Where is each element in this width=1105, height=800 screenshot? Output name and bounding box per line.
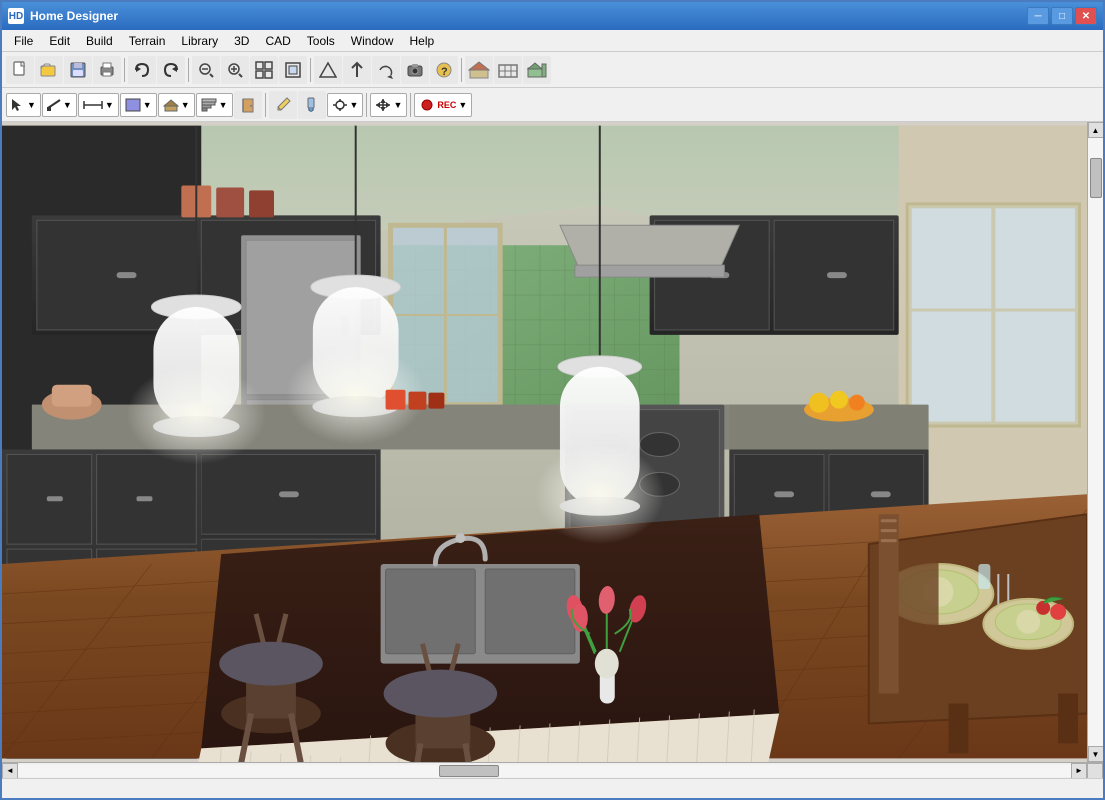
door-tool[interactable] [234, 91, 262, 119]
sep1 [124, 58, 125, 82]
status-bar [2, 778, 1103, 798]
redo-button[interactable] [157, 56, 185, 84]
fill-tool[interactable]: ▼ [120, 93, 157, 117]
app-icon: HD [8, 8, 24, 24]
status-bar-area: ◄ ► [2, 762, 1103, 798]
paint-tool[interactable] [298, 91, 326, 119]
sep-t2-1 [265, 93, 266, 117]
zoom-out-button[interactable] [192, 56, 220, 84]
open-button[interactable] [35, 56, 63, 84]
menu-window[interactable]: Window [343, 32, 402, 50]
sep-t2-2 [366, 93, 367, 117]
arrow-up-button[interactable] [343, 56, 371, 84]
move-tool[interactable]: ▼ [370, 93, 407, 117]
scroll-thumb-vertical[interactable] [1090, 158, 1102, 198]
select-tool[interactable]: ▼ [6, 93, 41, 117]
scroll-left-button[interactable]: ◄ [2, 763, 18, 779]
restore-button[interactable]: □ [1051, 7, 1073, 25]
scroll-down-button[interactable]: ▼ [1088, 746, 1104, 762]
rec-button[interactable]: REC ▼ [414, 93, 472, 117]
scrollbar-corner [1087, 763, 1103, 779]
pencil-tool[interactable] [269, 91, 297, 119]
title-controls: ─ □ ✕ [1027, 7, 1097, 25]
close-button[interactable]: ✕ [1075, 7, 1097, 25]
dimension-tool[interactable]: ▼ [78, 93, 119, 117]
print-button[interactable] [93, 56, 121, 84]
menu-3d[interactable]: 3D [226, 32, 257, 50]
stair-tool[interactable]: ▼ [196, 93, 233, 117]
main-content: ▲ ▼ [2, 122, 1103, 762]
scroll-right-button[interactable]: ► [1071, 763, 1087, 779]
save-button[interactable] [64, 56, 92, 84]
house-exterior-button[interactable] [465, 56, 493, 84]
menu-file[interactable]: File [6, 32, 41, 50]
canvas-area[interactable] [2, 122, 1087, 762]
kitchen-scene [2, 122, 1087, 762]
menu-build[interactable]: Build [78, 32, 121, 50]
toolbar-main: ? [2, 52, 1103, 88]
menu-edit[interactable]: Edit [41, 32, 78, 50]
sep4 [461, 58, 462, 82]
wall-tool[interactable]: ▼ [42, 93, 77, 117]
toolbar-secondary: ▼ ▼ ▼ ▼ ▼ ▼ [2, 88, 1103, 122]
menu-terrain[interactable]: Terrain [121, 32, 174, 50]
svg-text:?: ? [441, 66, 448, 78]
vertical-scrollbar: ▲ ▼ [1087, 122, 1103, 762]
window-title: Home Designer [30, 9, 1027, 23]
scroll-track-vertical[interactable] [1088, 138, 1103, 746]
help-button[interactable]: ? [430, 56, 458, 84]
sep2 [188, 58, 189, 82]
transform-tool[interactable]: ▼ [327, 93, 364, 117]
menu-library[interactable]: Library [173, 32, 226, 50]
scroll-thumb-horizontal[interactable] [439, 765, 499, 777]
sep3 [310, 58, 311, 82]
minimize-button[interactable]: ─ [1027, 7, 1049, 25]
app-window: HD Home Designer ─ □ ✕ File Edit Build T… [0, 0, 1105, 800]
rotate-button[interactable] [372, 56, 400, 84]
camera-angle-button[interactable] [314, 56, 342, 84]
zoom-fit-button[interactable] [250, 56, 278, 84]
camera-button[interactable] [401, 56, 429, 84]
zoom-window-button[interactable] [279, 56, 307, 84]
menu-tools[interactable]: Tools [299, 32, 343, 50]
title-bar: HD Home Designer ─ □ ✕ [2, 2, 1103, 30]
scroll-up-button[interactable]: ▲ [1088, 122, 1104, 138]
new-button[interactable] [6, 56, 34, 84]
house-plan-button[interactable] [494, 56, 522, 84]
scroll-track-horizontal[interactable] [18, 765, 1071, 777]
menu-bar: File Edit Build Terrain Library 3D CAD T… [2, 30, 1103, 52]
sep-t2-3 [410, 93, 411, 117]
roof-tool[interactable]: ▼ [158, 93, 195, 117]
house-3d-button[interactable] [523, 56, 551, 84]
menu-help[interactable]: Help [401, 32, 442, 50]
horizontal-scrollbar: ◄ ► [2, 762, 1103, 778]
undo-button[interactable] [128, 56, 156, 84]
menu-cad[interactable]: CAD [257, 32, 298, 50]
zoom-in-button[interactable] [221, 56, 249, 84]
